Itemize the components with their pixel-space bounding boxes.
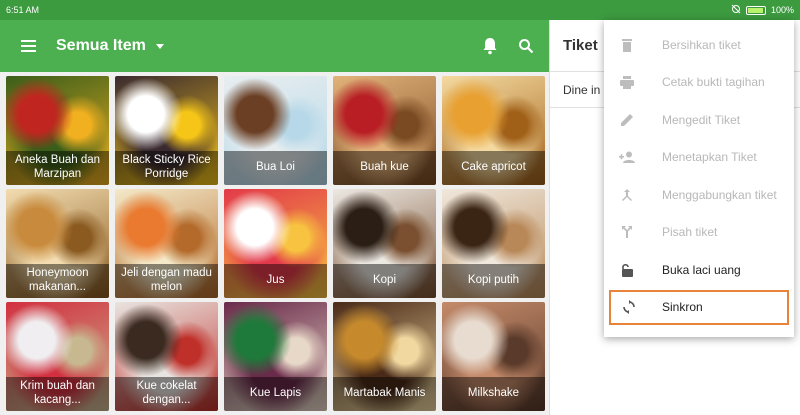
merge-icon	[604, 188, 650, 202]
pencil-icon	[604, 113, 650, 127]
item-tile[interactable]: Cake apricot	[442, 76, 545, 185]
item-name: Bua Loi	[224, 151, 327, 185]
item-tile[interactable]: Kopi putih	[442, 189, 545, 298]
split-icon	[604, 225, 650, 239]
item-name: Krim buah dan kacang...	[6, 377, 109, 411]
item-tile[interactable]: Buah kue	[333, 76, 436, 185]
item-name: Martabak Manis	[333, 377, 436, 411]
battery-icon	[745, 5, 766, 15]
status-bar: 6:51 AM 100%	[0, 0, 800, 20]
hamburger-menu-icon[interactable]	[0, 20, 56, 72]
page-title: Semua Item	[56, 37, 146, 54]
notifications-button[interactable]	[473, 26, 507, 66]
sync-icon	[608, 300, 650, 315]
menu-item-buka-laci-uang[interactable]: Buka laci uang	[604, 251, 794, 289]
menu-item-label: Pisah tiket	[662, 225, 718, 240]
item-name: Aneka Buah dan Marzipan	[6, 151, 109, 185]
item-tile[interactable]: Kue Lapis	[224, 302, 327, 411]
menu-item-label: Menggabungkan tiket	[662, 187, 777, 202]
menu-item-sinkron[interactable]: Sinkron	[608, 289, 790, 327]
menu-item-mengedit-tiket[interactable]: Mengedit Tiket	[604, 101, 794, 139]
item-tile[interactable]: Kue cokelat dengan...	[115, 302, 218, 411]
menu-item-label: Mengedit Tiket	[662, 112, 741, 127]
search-icon	[519, 39, 534, 54]
battery-level: 100%	[770, 5, 794, 15]
item-tile[interactable]: Kopi	[333, 189, 436, 298]
item-name: Honeymoon makanan...	[6, 264, 109, 298]
menu-item-bersihkan-tiket[interactable]: Bersihkan tiket	[604, 26, 794, 64]
menu-item-menggabungkan-tiket[interactable]: Menggabungkan tiket	[604, 176, 794, 214]
item-name: Buah kue	[333, 151, 436, 185]
menu-item-cetak-bukti-tagihan[interactable]: Cetak bukti tagihan	[604, 64, 794, 102]
item-tile[interactable]: Bua Loi	[224, 76, 327, 185]
menu-item-label: Menetapkan Tiket	[662, 150, 757, 165]
item-tile[interactable]: Honeymoon makanan...	[6, 189, 109, 298]
overflow-menu: Bersihkan tiket Cetak bukti tagihan Menged…	[604, 20, 794, 337]
alarm-off-icon	[731, 4, 741, 16]
item-name: Kopi	[333, 264, 436, 298]
item-tile[interactable]: Krim buah dan kacang...	[6, 302, 109, 411]
item-name: Black Sticky Rice Porridge	[115, 151, 218, 185]
category-selector[interactable]: Semua Item	[56, 37, 164, 55]
item-tile[interactable]: Jeli dengan madu melon	[115, 189, 218, 298]
bell-icon	[483, 38, 497, 55]
item-name: Kue Lapis	[224, 377, 327, 411]
item-tile[interactable]: Martabak Manis	[333, 302, 436, 411]
menu-item-label: Bersihkan tiket	[662, 37, 741, 52]
search-button[interactable]	[509, 26, 543, 66]
printer-icon	[604, 75, 650, 89]
dropdown-caret-icon	[155, 43, 164, 49]
unlock-icon	[604, 263, 650, 277]
item-tile[interactable]: Aneka Buah dan Marzipan	[6, 76, 109, 185]
item-name: Kue cokelat dengan...	[115, 377, 218, 411]
item-name: Jeli dengan madu melon	[115, 264, 218, 298]
trash-icon	[604, 38, 650, 52]
item-grid: Aneka Buah dan Marzipan Black Sticky Rice…	[0, 72, 549, 415]
app-bar: Semua Item	[0, 20, 549, 72]
item-name: Jus	[224, 264, 327, 298]
item-tile[interactable]: Black Sticky Rice Porridge	[115, 76, 218, 185]
menu-item-pisah-tiket[interactable]: Pisah tiket	[604, 214, 794, 252]
status-time: 6:51 AM	[6, 5, 40, 15]
item-tile[interactable]: Milkshake	[442, 302, 545, 411]
assign-person-icon	[604, 151, 650, 164]
item-tile[interactable]: Jus	[224, 189, 327, 298]
menu-item-label: Cetak bukti tagihan	[662, 75, 765, 90]
menu-item-menetapkan-tiket[interactable]: Menetapkan Tiket	[604, 139, 794, 177]
item-name: Kopi putih	[442, 264, 545, 298]
item-name: Milkshake	[442, 377, 545, 411]
menu-item-label: Sinkron	[662, 300, 703, 315]
menu-item-label: Buka laci uang	[662, 262, 741, 277]
item-name: Cake apricot	[442, 151, 545, 185]
